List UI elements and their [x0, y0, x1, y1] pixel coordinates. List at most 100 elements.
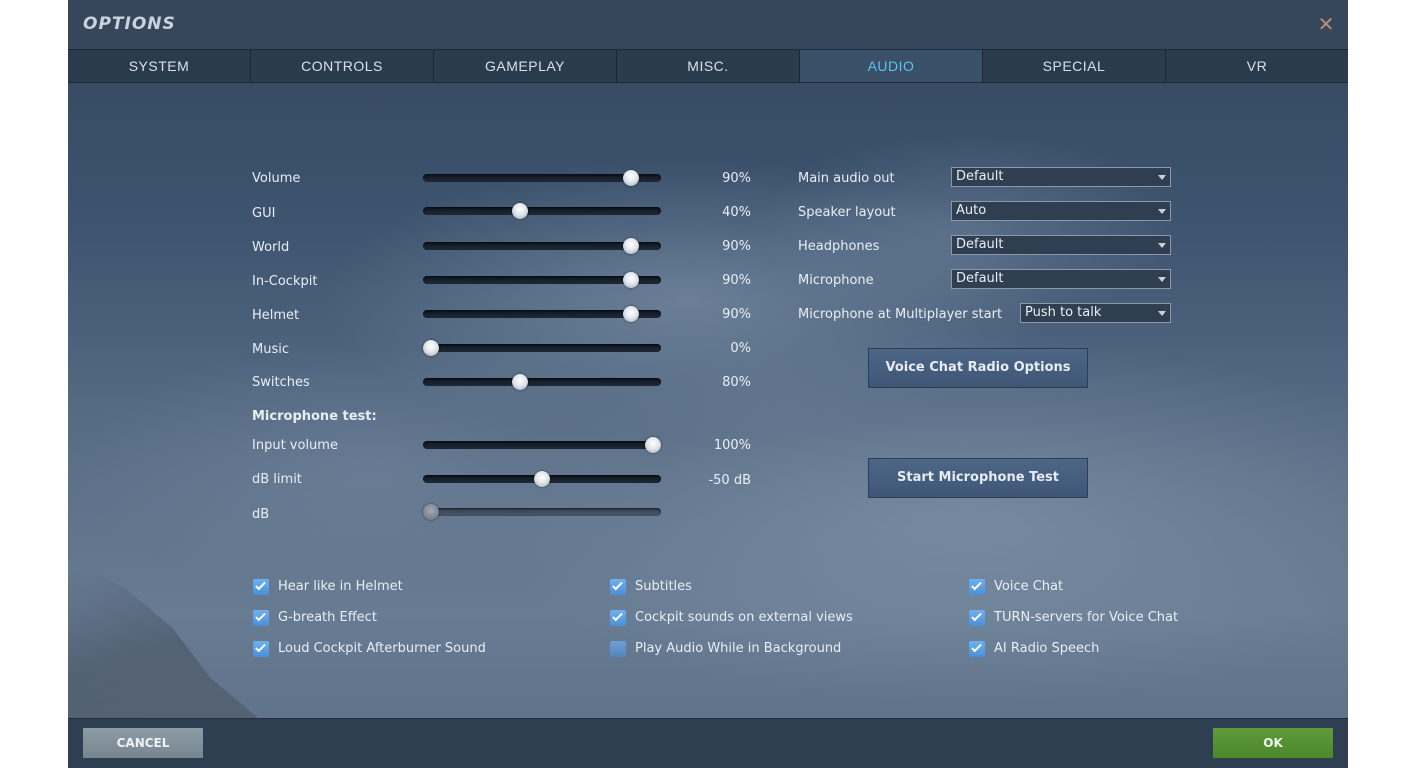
- tab-gameplay[interactable]: GAMEPLAY: [434, 50, 617, 82]
- checkbox-box[interactable]: [969, 610, 985, 626]
- checkbox-box[interactable]: [610, 579, 626, 595]
- gui-value: 40%: [722, 205, 751, 220]
- microphone-multiplayer-start-select[interactable]: Push to talk: [1020, 303, 1171, 323]
- voice-chat-radio-options-button[interactable]: Voice Chat Radio Options: [868, 348, 1088, 388]
- close-icon[interactable]: ✕: [1316, 12, 1336, 36]
- select-value: Default: [956, 169, 1004, 184]
- select-value: Default: [956, 237, 1004, 252]
- main-audio-out-select[interactable]: Default: [951, 167, 1171, 187]
- input-volume-value: 100%: [713, 438, 751, 453]
- checkmark-icon: [255, 579, 266, 591]
- slider-track: [423, 344, 661, 352]
- music-slider[interactable]: [423, 340, 661, 356]
- checkbox-label: TURN-servers for Voice Chat: [994, 610, 1179, 625]
- slider-label-db: dB: [252, 507, 270, 522]
- slider-track: [423, 508, 661, 516]
- tab-misc[interactable]: MISC.: [617, 50, 800, 82]
- tab-audio[interactable]: AUDIO: [800, 50, 983, 82]
- slider-thumb[interactable]: [645, 437, 661, 453]
- tab-system[interactable]: SYSTEM: [68, 50, 251, 82]
- checkbox-label: AI Radio Speech: [994, 641, 1100, 656]
- chevron-down-icon: [1158, 277, 1166, 282]
- checkbox-box[interactable]: [969, 641, 985, 657]
- slider-label-input-volume: Input volume: [252, 438, 338, 453]
- footer-bar: CANCEL OK: [68, 718, 1348, 768]
- chevron-down-icon: [1158, 243, 1166, 248]
- gui-slider[interactable]: [423, 203, 661, 219]
- slider-track: [423, 441, 661, 449]
- dropdown-label-microphone-multiplayer-start: Microphone at Multiplayer start: [798, 307, 1003, 322]
- cancel-button[interactable]: CANCEL: [83, 728, 203, 758]
- checkbox-label: Hear like in Helmet: [278, 579, 403, 594]
- slider-thumb[interactable]: [511, 203, 528, 219]
- checkbox-label: Subtitles: [635, 579, 692, 594]
- world-slider[interactable]: [423, 238, 661, 254]
- select-value: Default: [956, 271, 1004, 286]
- select-value: Push to talk: [1025, 305, 1102, 320]
- headphones-select[interactable]: Default: [951, 235, 1171, 255]
- slider-thumb[interactable]: [622, 238, 639, 254]
- chevron-down-icon: [1158, 209, 1166, 214]
- checkbox-label: Loud Cockpit Afterburner Sound: [278, 641, 486, 656]
- slider-thumb[interactable]: [622, 306, 639, 322]
- checkbox-box[interactable]: [969, 579, 985, 595]
- slider-label-gui: GUI: [252, 206, 276, 221]
- checkbox-box[interactable]: [610, 641, 626, 657]
- in-cockpit-slider[interactable]: [423, 272, 661, 288]
- dropdown-label-microphone: Microphone: [798, 273, 874, 288]
- checkbox-box[interactable]: [253, 641, 269, 657]
- checkbox-box[interactable]: [610, 610, 626, 626]
- volume-slider[interactable]: [423, 170, 661, 186]
- db-meter: [423, 504, 661, 520]
- background-mountain: [68, 558, 258, 718]
- microphone-select[interactable]: Default: [951, 269, 1171, 289]
- slider-thumb[interactable]: [622, 272, 639, 288]
- helmet-value: 90%: [722, 307, 751, 322]
- checkmark-icon: [612, 579, 623, 591]
- slider-thumb[interactable]: [511, 374, 528, 390]
- chevron-down-icon: [1158, 175, 1166, 180]
- db-limit-value: -50 dB: [708, 473, 751, 488]
- checkmark-icon: [971, 579, 982, 591]
- input-volume-slider[interactable]: [423, 437, 661, 453]
- in-cockpit-value: 90%: [722, 273, 751, 288]
- ok-button[interactable]: OK: [1213, 728, 1333, 758]
- slider-thumb[interactable]: [534, 471, 550, 487]
- window-title: OPTIONS: [83, 14, 176, 34]
- slider-label-switches: Switches: [252, 375, 310, 390]
- db-limit-slider[interactable]: [423, 471, 661, 487]
- slider-label-db-limit: dB limit: [252, 472, 302, 487]
- checkmark-icon: [255, 641, 266, 653]
- tab-controls[interactable]: CONTROLS: [251, 50, 434, 82]
- slider-label-volume: Volume: [252, 171, 301, 186]
- dropdown-label-main-audio-out: Main audio out: [798, 171, 895, 186]
- slider-label-music: Music: [252, 342, 289, 357]
- checkmark-icon: [612, 610, 623, 622]
- title-bar: OPTIONS ✕: [68, 0, 1348, 49]
- select-value: Auto: [956, 203, 987, 218]
- slider-track: [423, 378, 661, 386]
- slider-label-helmet: Helmet: [252, 308, 300, 323]
- tab-bar: SYSTEM CONTROLS GAMEPLAY MISC. AUDIO SPE…: [68, 49, 1348, 83]
- dropdown-label-headphones: Headphones: [798, 239, 880, 254]
- world-value: 90%: [722, 239, 751, 254]
- microphone-test-heading: Microphone test:: [252, 409, 377, 424]
- checkmark-icon: [255, 610, 266, 622]
- switches-value: 80%: [722, 375, 751, 390]
- volume-value: 90%: [722, 171, 751, 186]
- slider-label-world: World: [252, 240, 290, 255]
- start-microphone-test-button[interactable]: Start Microphone Test: [868, 458, 1088, 498]
- checkbox-box[interactable]: [253, 610, 269, 626]
- slider-thumb[interactable]: [423, 340, 439, 356]
- chevron-down-icon: [1158, 311, 1166, 316]
- slider-track: [423, 207, 661, 215]
- helmet-slider[interactable]: [423, 306, 661, 322]
- slider-thumb[interactable]: [622, 170, 639, 186]
- tab-special[interactable]: SPECIAL: [983, 50, 1166, 82]
- speaker-layout-select[interactable]: Auto: [951, 201, 1171, 221]
- tab-vr[interactable]: VR: [1166, 50, 1348, 82]
- checkbox-box[interactable]: [253, 579, 269, 595]
- checkmark-icon: [971, 610, 982, 622]
- switches-slider[interactable]: [423, 374, 661, 390]
- slider-label-in-cockpit: In-Cockpit: [252, 274, 318, 289]
